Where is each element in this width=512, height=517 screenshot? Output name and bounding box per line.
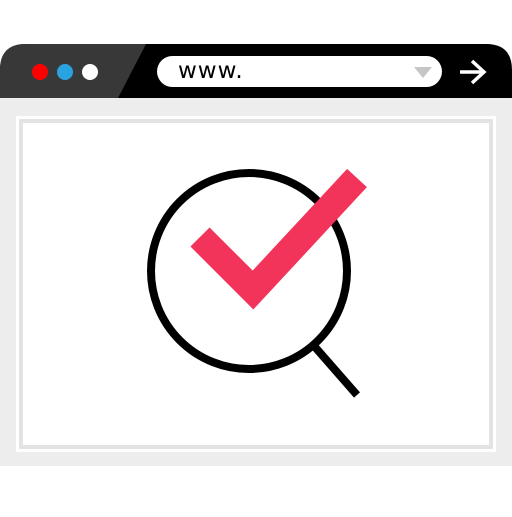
address-bar-text: www. — [178, 58, 244, 84]
maximize-dot[interactable] — [82, 64, 98, 80]
close-dot[interactable] — [32, 64, 48, 80]
browser-graphic — [0, 44, 512, 466]
minimize-dot[interactable] — [57, 64, 73, 80]
browser-window: www. — [0, 0, 512, 512]
